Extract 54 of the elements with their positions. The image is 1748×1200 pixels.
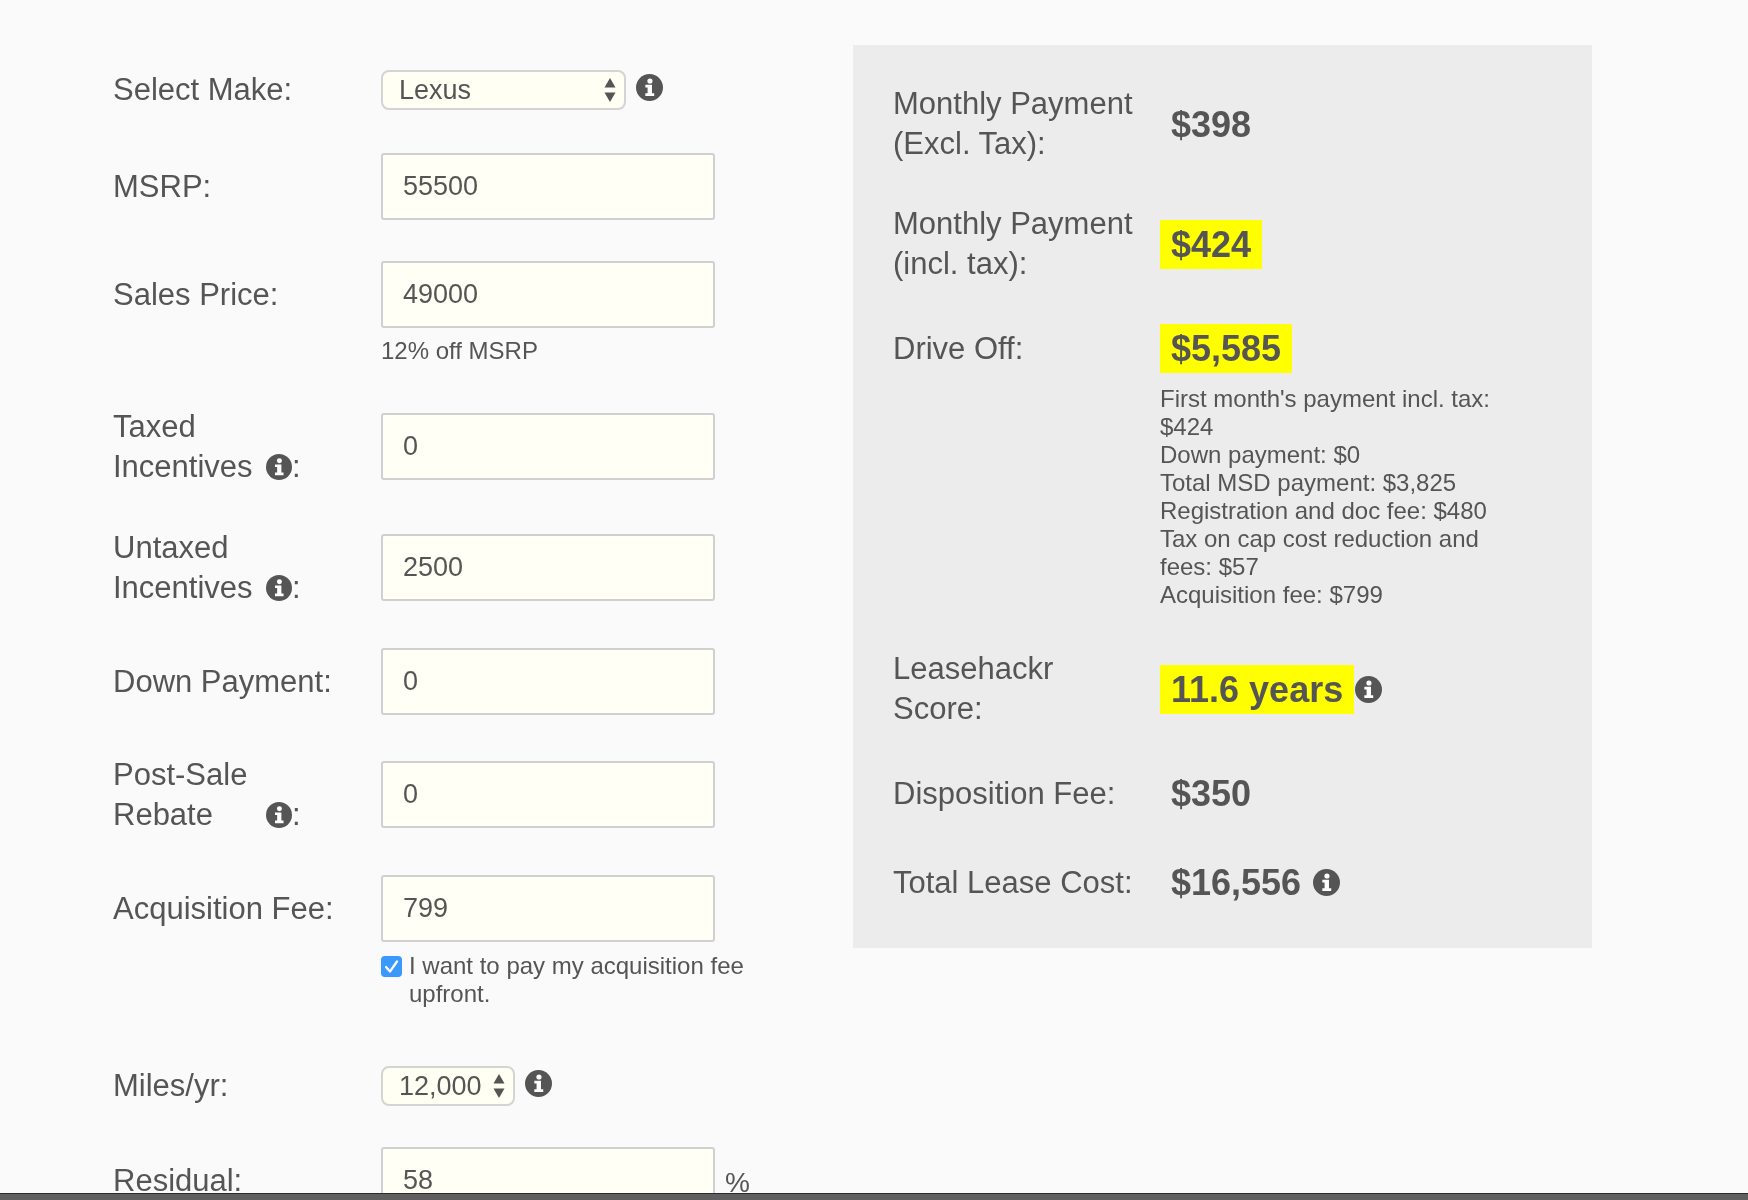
input-field[interactable]: 2500: [381, 534, 715, 601]
field-label: Sales Price:: [113, 275, 280, 314]
result-label: Leasehackr Score:: [893, 650, 1055, 728]
field-label: Acquisition Fee:: [113, 889, 335, 928]
result-value: $350: [1170, 772, 1253, 816]
field-label: Taxed Incentives: [113, 407, 254, 486]
field-label: Post-Sale Rebate: [113, 755, 249, 834]
field-label: Miles/yr:: [113, 1067, 230, 1105]
result-value: 11.6 years: [1160, 664, 1355, 714]
checkbox[interactable]: [381, 956, 402, 977]
breakdown-line: First month's payment incl. tax: $424: [1160, 385, 1492, 441]
info-icon[interactable]: [266, 453, 292, 480]
field-label: Untaxed Incentives: [113, 528, 254, 607]
updown-arrows-icon: [604, 77, 616, 103]
result-value: $398: [1170, 102, 1253, 147]
result-label: Drive Off:: [893, 329, 1025, 368]
label-colon: :: [292, 795, 301, 834]
result-label: Monthly Payment (incl. tax):: [893, 205, 1134, 283]
info-icon[interactable]: [1313, 869, 1341, 896]
label-colon: :: [292, 447, 301, 486]
input-field[interactable]: 58: [381, 1147, 715, 1193]
field-label: MSRP:: [113, 167, 213, 206]
select-dropdown[interactable]: 12,000: [381, 1066, 515, 1106]
input-field[interactable]: 799: [381, 875, 715, 942]
info-icon[interactable]: [266, 801, 292, 828]
result-label: Monthly Payment (Excl. Tax):: [893, 85, 1134, 163]
field-hint: 12% off MSRP: [381, 337, 539, 365]
info-icon[interactable]: [1355, 675, 1383, 703]
breakdown-line: Tax on cap cost reduction and fees: $57: [1160, 525, 1480, 581]
input-field[interactable]: 55500: [381, 153, 715, 220]
input-field[interactable]: 0: [381, 761, 715, 828]
breakdown-line: Total MSD payment: $3,825: [1160, 469, 1458, 497]
label-colon: :: [292, 568, 301, 607]
result-label: Total Lease Cost:: [893, 863, 1134, 902]
field-label: Residual:: [113, 1161, 244, 1193]
breakdown-line: Registration and doc fee: $480: [1160, 497, 1488, 525]
select-dropdown[interactable]: Lexus: [381, 70, 626, 110]
breakdown-line: Down payment: $0: [1160, 441, 1362, 469]
result-value: $424: [1160, 219, 1263, 269]
input-field[interactable]: 49000: [381, 261, 715, 328]
input-field[interactable]: 0: [381, 648, 715, 715]
field-label: Select Make:: [113, 71, 294, 109]
info-icon[interactable]: [636, 73, 663, 101]
result-value: $5,585: [1160, 324, 1293, 373]
info-icon[interactable]: [525, 1069, 552, 1097]
result-value: $16,556: [1170, 861, 1303, 905]
updown-arrows-icon: [493, 1073, 505, 1099]
checkbox-label: I want to pay my acquisition fee upfront.: [409, 952, 745, 1008]
input-field[interactable]: 0: [381, 413, 715, 480]
breakdown-line: Acquisition fee: $799: [1160, 581, 1384, 609]
result-label: Disposition Fee:: [893, 774, 1117, 813]
info-icon[interactable]: [266, 574, 292, 601]
unit-label: %: [725, 1166, 750, 1193]
field-label: Down Payment:: [113, 662, 333, 701]
